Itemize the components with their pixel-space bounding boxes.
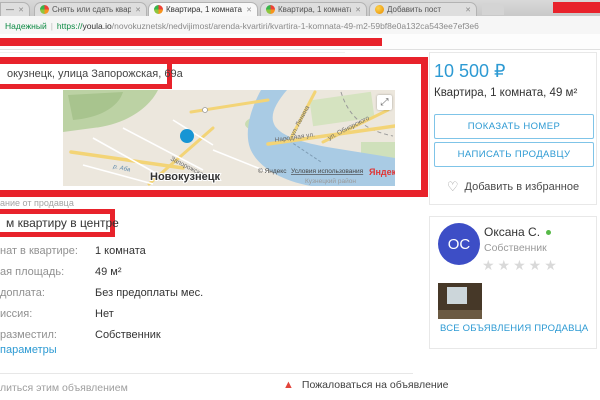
heart-icon: ♡ bbox=[447, 179, 459, 195]
param-label: иссия: bbox=[0, 304, 32, 325]
photo-floor bbox=[438, 310, 482, 319]
param-value: Собственник bbox=[95, 325, 161, 346]
param-value: Без предоплаты мес. bbox=[95, 283, 203, 304]
report-link[interactable]: ▲ Пожаловаться на объявление bbox=[283, 379, 448, 391]
redaction-bar-bookmarks bbox=[0, 38, 382, 46]
all-params-link[interactable]: параметры bbox=[0, 344, 57, 356]
description-section-header: ание от продавца bbox=[0, 198, 74, 208]
param-row: разместил: Собственник bbox=[0, 325, 420, 346]
seller-card: ОС Оксана С. Собственник ★★★★★ ВСЕ ОБЪЯВ… bbox=[429, 216, 597, 349]
tab-close-icon[interactable]: ✕ bbox=[18, 6, 24, 14]
security-badge: Надежный bbox=[5, 21, 47, 31]
param-row: ая площадь: 49 м² bbox=[0, 262, 420, 283]
tab-title: — Нов bbox=[6, 5, 14, 14]
tab-close-icon[interactable]: ✕ bbox=[465, 6, 471, 14]
tab-title: Снять или сдать кварти bbox=[52, 5, 131, 14]
listing-photo-thumbnail[interactable] bbox=[438, 283, 482, 319]
url-host: youla.io bbox=[82, 21, 111, 31]
param-value: 1 комната bbox=[95, 241, 146, 262]
param-row: нат в квартире: 1 комната bbox=[0, 241, 420, 262]
url-path: /novokuznetsk/nedvijimost/arenda-kvartir… bbox=[112, 21, 479, 31]
seller-name-text: Оксана С. bbox=[484, 225, 540, 239]
photo-window bbox=[447, 287, 467, 304]
footer-divider bbox=[0, 373, 413, 374]
param-row: доплата: Без предоплаты мес. bbox=[0, 283, 420, 304]
param-label: нат в квартире: bbox=[0, 241, 78, 262]
url-scheme: https:// bbox=[57, 21, 83, 31]
report-warning-icon: ▲ bbox=[283, 379, 294, 391]
param-label: разместил: bbox=[0, 325, 57, 346]
listing-subtitle: Квартира, 1 комната, 49 м² bbox=[434, 87, 577, 99]
param-label: доплата: bbox=[0, 283, 45, 304]
add-favorite-button[interactable]: ♡ Добавить в избранное bbox=[430, 179, 596, 195]
price-card: 10 500 ₽ Квартира, 1 комната, 49 м² ПОКА… bbox=[429, 52, 597, 205]
youla-favicon bbox=[154, 5, 163, 14]
share-label: литься этим объявлением bbox=[0, 382, 128, 394]
tab-close-icon[interactable]: ✕ bbox=[355, 6, 361, 14]
annotation-box-address: окузнецк, улица Запорожская, 69а bbox=[0, 59, 172, 89]
tab-close-icon[interactable]: ✕ bbox=[135, 6, 141, 14]
online-status-icon bbox=[546, 230, 551, 235]
new-tab-button[interactable] bbox=[482, 3, 504, 15]
avatar-initials: ОС bbox=[448, 236, 471, 253]
param-value: 49 м² bbox=[95, 262, 122, 283]
youla-favicon bbox=[266, 5, 275, 14]
show-number-button[interactable]: ПОКАЗАТЬ НОМЕР bbox=[434, 114, 594, 139]
report-label: Пожаловаться на объявление bbox=[302, 379, 449, 391]
param-value: Нет bbox=[95, 304, 114, 325]
tab-add-post[interactable]: Добавить пост ✕ bbox=[369, 2, 477, 16]
redaction-bar-top-right bbox=[553, 2, 600, 13]
seller-avatar[interactable]: ОС bbox=[438, 223, 480, 265]
rating-stars: ★★★★★ bbox=[482, 257, 560, 274]
url-separator: | bbox=[47, 21, 57, 31]
param-row: иссия: Нет bbox=[0, 304, 420, 325]
tab-title: Квартира, 1 комната, 3 bbox=[278, 5, 351, 14]
browser-window: — Нов ✕ Снять или сдать кварти ✕ Квартир… bbox=[0, 0, 600, 400]
content-top-divider bbox=[0, 52, 345, 53]
address-bar[interactable]: Надежный|https://youla.io/novokuznetsk/n… bbox=[5, 21, 479, 31]
listing-address: окузнецк, улица Запорожская, 69а bbox=[0, 64, 167, 84]
tab-title: Добавить пост bbox=[387, 5, 461, 14]
tab-listing-other[interactable]: Квартира, 1 комната, 3 ✕ bbox=[260, 2, 367, 16]
tab-title: Квартира, 1 комната, 49 bbox=[166, 5, 242, 14]
site-favicon bbox=[375, 5, 384, 14]
tab-cropped[interactable]: — Нов ✕ bbox=[0, 2, 30, 16]
youla-favicon bbox=[40, 5, 49, 14]
all-seller-ads-link[interactable]: ВСЕ ОБЪЯВЛЕНИЯ ПРОДАВЦА bbox=[440, 323, 588, 334]
annotation-box-description: м квартиру в центре bbox=[0, 209, 115, 237]
listing-price: 10 500 ₽ bbox=[434, 61, 506, 82]
favorite-label: Добавить в избранное bbox=[465, 181, 580, 193]
write-seller-button[interactable]: НАПИСАТЬ ПРОДАВЦУ bbox=[434, 142, 594, 167]
tab-close-icon[interactable]: ✕ bbox=[246, 6, 252, 14]
seller-type: Собственник bbox=[484, 242, 547, 254]
seller-name: Оксана С. bbox=[484, 225, 551, 239]
param-label: ая площадь: bbox=[0, 262, 64, 283]
listing-description: м квартиру в центре bbox=[0, 214, 110, 232]
tab-listing-49m2[interactable]: Квартира, 1 комната, 49 ✕ bbox=[148, 2, 258, 16]
tab-rent-search[interactable]: Снять или сдать кварти ✕ bbox=[34, 2, 147, 16]
